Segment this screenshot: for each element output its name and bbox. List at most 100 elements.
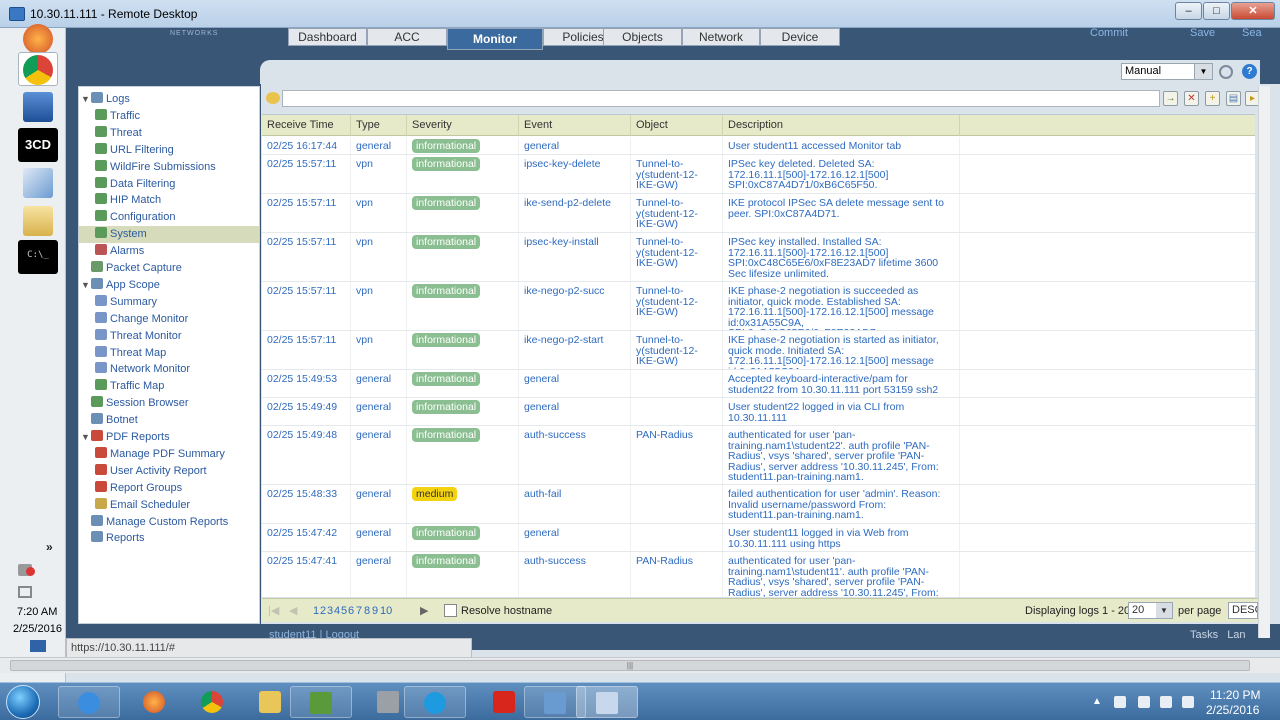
sidebar-item-report-groups[interactable]: Report Groups (95, 480, 259, 497)
table-row[interactable]: 02/25 15:57:11 vpn informational ike-nego-p… (262, 282, 1255, 331)
first-page-icon[interactable]: |◀ (268, 604, 279, 617)
network-icon[interactable] (18, 90, 58, 124)
remote-desktop-icon[interactable] (576, 686, 638, 718)
sidebar-item-traffic-map[interactable]: Traffic Map (95, 378, 259, 395)
per-page-select[interactable]: 20 ▼ (1128, 602, 1173, 619)
sidebar-item-botnet[interactable]: Botnet (81, 412, 259, 429)
page-link[interactable]: 2 (320, 605, 326, 617)
collapse-arrow-icon[interactable]: ▼ (81, 429, 91, 446)
sidebar-item-logs[interactable]: ▼ Logs (81, 91, 259, 108)
tab-network[interactable]: Network (682, 28, 760, 46)
collapse-arrow-icon[interactable]: ▼ (81, 91, 91, 108)
skype-icon[interactable] (404, 686, 466, 718)
sidebar-item-configuration[interactable]: Configuration (95, 209, 259, 226)
resolve-hostname-checkbox[interactable] (444, 604, 457, 617)
table-row[interactable]: 02/25 15:49:53 general informational genera… (262, 370, 1255, 398)
network-tray-icon[interactable] (1160, 696, 1172, 708)
sidebar-item-hip-match[interactable]: HIP Match (95, 192, 259, 209)
column-description[interactable]: Description (723, 115, 960, 136)
taskmgr-icon[interactable] (290, 686, 352, 718)
sidebar-item-reports[interactable]: Reports (81, 530, 259, 547)
table-row[interactable]: 02/25 15:57:11 vpn informational ike-nego-p… (262, 331, 1255, 370)
chevron-down-icon[interactable]: ▼ (1156, 603, 1172, 618)
3cd-icon[interactable]: 3CD (18, 128, 58, 162)
folder-icon[interactable] (18, 204, 58, 238)
sidebar-item-change-monitor[interactable]: Change Monitor (95, 311, 259, 328)
sidebar-item-manage-custom-reports[interactable]: Manage Custom Reports (81, 514, 259, 531)
save-button[interactable]: Save (1190, 27, 1215, 39)
scrollbar-thumb[interactable]: ||| (10, 660, 1250, 671)
refresh-icon[interactable] (1219, 65, 1233, 79)
sidebar-item-email-scheduler[interactable]: Email Scheduler (95, 497, 259, 514)
sidebar-item-packet-capture[interactable]: Packet Capture (81, 260, 259, 277)
prev-page-icon[interactable]: ◀ (289, 604, 297, 617)
tray-flag-icon[interactable] (1138, 696, 1150, 708)
page-link[interactable]: 4 (334, 605, 340, 617)
start-button[interactable] (6, 685, 40, 719)
log-filter-input[interactable] (282, 90, 1160, 107)
table-row[interactable]: 02/25 15:47:42 general informational genera… (262, 524, 1255, 552)
table-row[interactable]: 02/25 15:57:11 vpn informational ipsec-key-… (262, 155, 1255, 194)
sidebar-item-threat-map[interactable]: Threat Map (95, 345, 259, 362)
sidebar-item-manage-pdf-summary[interactable]: Manage PDF Summary (95, 446, 259, 463)
page-link[interactable]: 3 (327, 605, 333, 617)
commit-button[interactable]: Commit (1090, 27, 1128, 39)
sidebar-item-system[interactable]: System (79, 226, 259, 244)
sidebar-item-summary[interactable]: Summary (95, 294, 259, 311)
save-filter-icon[interactable]: ▤ (1226, 91, 1241, 106)
editor-icon[interactable] (18, 166, 58, 200)
table-row[interactable]: 02/25 15:47:41 general informational auth-s… (262, 552, 1255, 597)
table-row[interactable]: 02/25 15:48:33 general medium auth-fail fail… (262, 485, 1255, 524)
column-type[interactable]: Type (351, 115, 407, 136)
column-event[interactable]: Event (519, 115, 631, 136)
firefox-icon[interactable] (18, 22, 58, 56)
language-flag-icon[interactable] (30, 640, 46, 652)
tab-monitor[interactable]: Monitor (447, 28, 543, 50)
sort-order-select[interactable]: DESC (1228, 602, 1258, 619)
vertical-scrollbar[interactable] (1258, 86, 1270, 638)
minimize-button[interactable]: – (1175, 2, 1202, 20)
page-link[interactable]: 5 (341, 605, 347, 617)
page-link[interactable]: 1 (313, 605, 319, 617)
add-filter-icon[interactable]: + (1205, 91, 1220, 106)
sidebar-item-traffic[interactable]: Traffic (95, 108, 259, 125)
expand-dock-button[interactable]: » (46, 540, 53, 554)
ie-icon[interactable] (58, 686, 120, 718)
page-link[interactable]: 9 (372, 605, 378, 617)
next-page-icon[interactable]: ▶ (420, 604, 428, 617)
tab-objects[interactable]: Objects (603, 28, 682, 46)
page-link[interactable]: 7 (356, 605, 362, 617)
sidebar-item-wildfire-submissions[interactable]: WildFire Submissions (95, 159, 259, 176)
maximize-button[interactable]: □ (1203, 2, 1230, 20)
sidebar-item-network-monitor[interactable]: Network Monitor (95, 361, 259, 378)
table-row[interactable]: 02/25 15:57:11 vpn informational ipsec-key-… (262, 233, 1255, 282)
collapse-arrow-icon[interactable]: ▼ (81, 277, 91, 294)
refresh-mode-select[interactable]: Manual ▼ (1121, 63, 1213, 80)
chevron-down-icon[interactable]: ▼ (1194, 64, 1212, 79)
apply-filter-icon[interactable]: → (1163, 91, 1178, 106)
search-button[interactable]: Sea (1242, 27, 1262, 39)
page-link[interactable]: 6 (348, 605, 354, 617)
sidebar-item-data-filtering[interactable]: Data Filtering (95, 176, 259, 193)
column-severity[interactable]: Severity (407, 115, 519, 136)
sidebar-item-threat-monitor[interactable]: Threat Monitor (95, 328, 259, 345)
network-status-icon[interactable] (18, 586, 32, 598)
language-label[interactable]: Lan (1227, 629, 1245, 641)
close-button[interactable]: ✕ (1231, 2, 1275, 20)
sidebar-item-alarms[interactable]: Alarms (95, 243, 259, 260)
page-link[interactable]: 10 (380, 605, 392, 617)
sidebar-item-user-activity-report[interactable]: User Activity Report (95, 463, 259, 480)
tasks-button[interactable]: Tasks Lan (1190, 629, 1246, 641)
tab-acc[interactable]: ACC (367, 28, 447, 46)
table-row[interactable]: 02/25 15:49:49 general informational genera… (262, 398, 1255, 426)
horizontal-scrollbar[interactable]: ||| (0, 657, 1280, 673)
volume-tray-icon[interactable] (1182, 696, 1194, 708)
sidebar-item-url-filtering[interactable]: URL Filtering (95, 142, 259, 159)
tab-device[interactable]: Device (760, 28, 840, 46)
table-row[interactable]: 02/25 15:49:48 general informational auth-s… (262, 426, 1255, 485)
tray-app-icon[interactable] (1114, 696, 1126, 708)
help-icon[interactable]: ? (1242, 64, 1257, 79)
sidebar-item-session-browser[interactable]: Session Browser (81, 395, 259, 412)
clear-filter-icon[interactable]: ✕ (1184, 91, 1199, 106)
table-row[interactable]: 02/25 16:17:44 general informational genera… (262, 137, 1255, 155)
